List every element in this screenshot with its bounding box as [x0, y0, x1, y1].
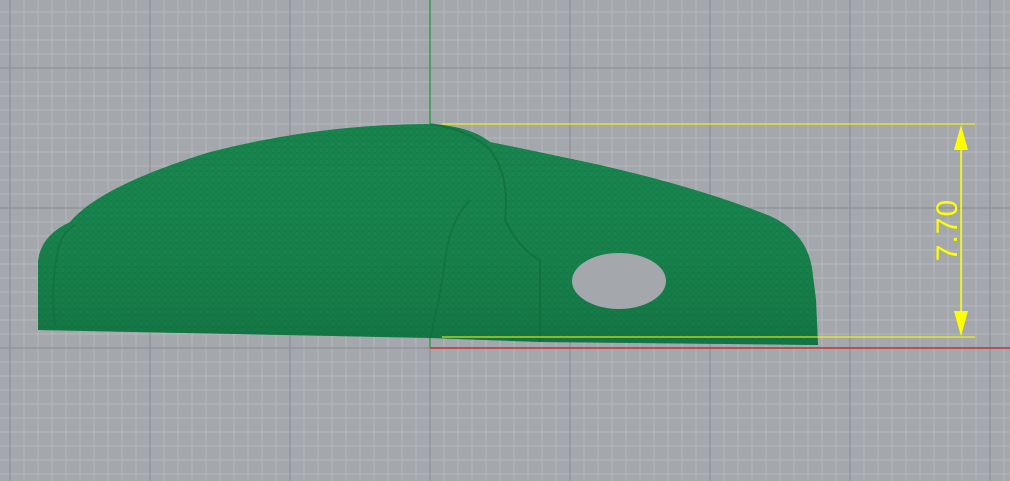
- dimension-arrow-down-icon: [954, 311, 968, 336]
- dimension-value: 7.70: [931, 199, 964, 261]
- viewport-canvas[interactable]: 7.70: [0, 0, 1010, 481]
- mesh-object[interactable]: [38, 123, 818, 345]
- mesh-hole: [572, 253, 666, 309]
- mesh-shading: [38, 124, 818, 345]
- rhino-viewport[interactable]: 7.70: [0, 0, 1010, 481]
